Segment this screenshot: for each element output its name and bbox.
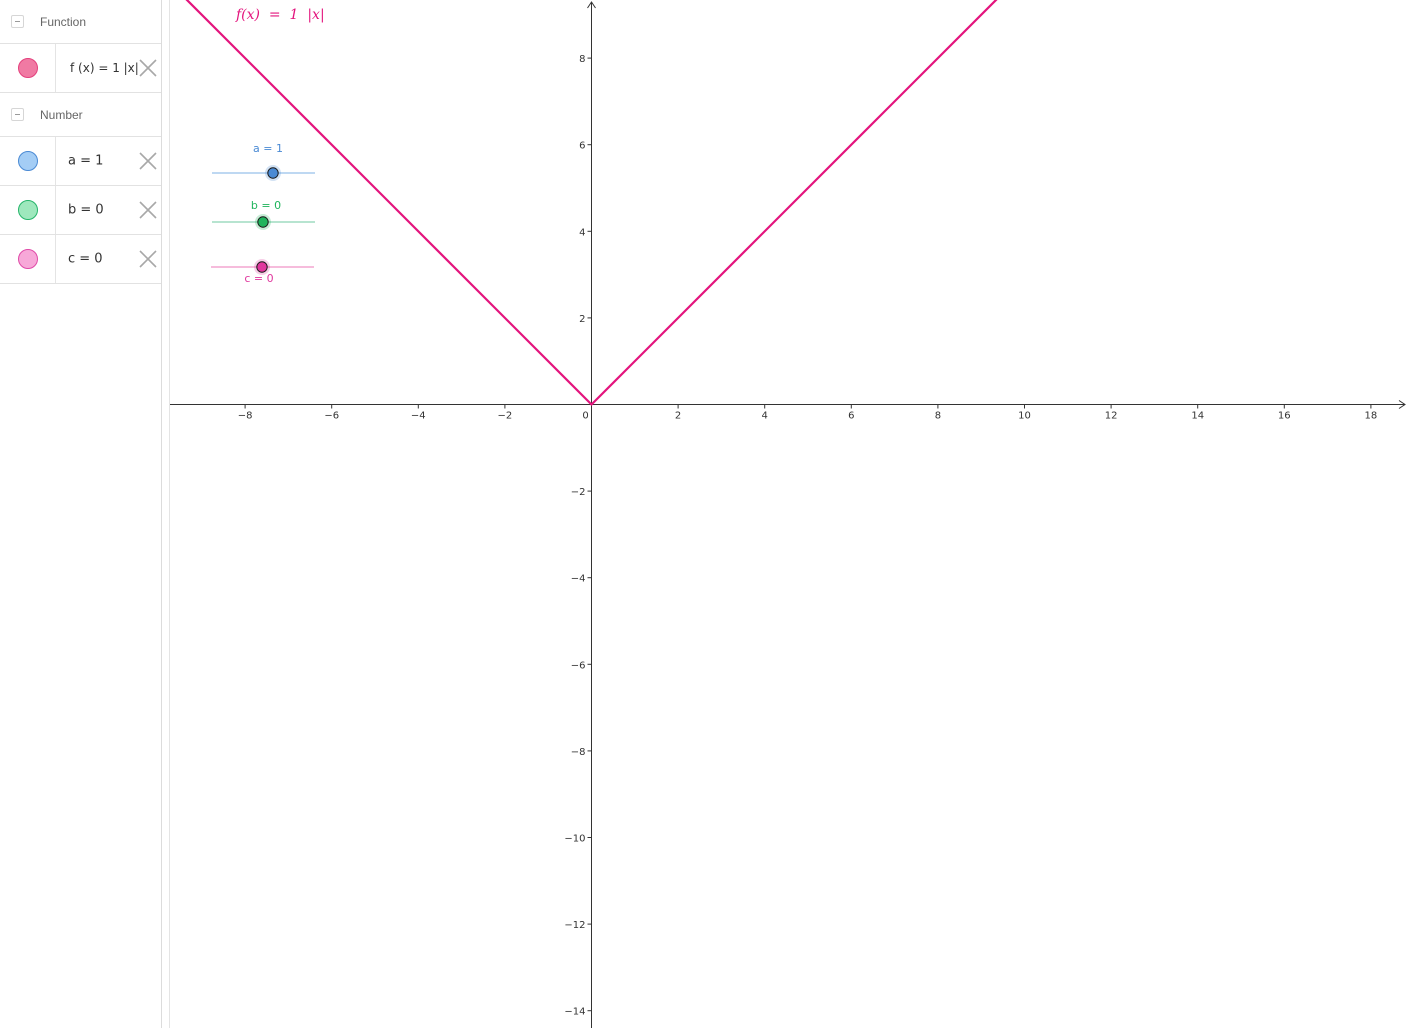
x-tick-label: 16 [1278, 411, 1291, 422]
visibility-marble-icon[interactable] [18, 151, 38, 171]
x-tick-label: 8 [935, 411, 941, 422]
marble-cell[interactable] [0, 186, 56, 234]
group-header-function[interactable]: Function [0, 0, 161, 44]
delete-x-icon[interactable] [139, 201, 157, 219]
y-tick-label: 2 [579, 314, 585, 325]
slider-label: a = 1 [253, 142, 283, 155]
visibility-marble-icon[interactable] [18, 58, 38, 78]
visibility-marble-icon[interactable] [18, 200, 38, 220]
x-tick-label: −4 [411, 411, 426, 422]
x-tick-label: −8 [238, 411, 253, 422]
y-tick-label: −2 [571, 487, 586, 498]
x-tick-label: 2 [675, 411, 681, 422]
algebra-item-number-c[interactable]: c = 0 [0, 235, 161, 284]
slider-knob[interactable] [256, 261, 268, 273]
delete-x-icon[interactable] [139, 59, 157, 77]
x-tick-label: −6 [324, 411, 339, 422]
y-tick-label: −12 [564, 920, 585, 931]
marble-cell[interactable] [0, 235, 56, 283]
y-tick-label: −4 [571, 574, 586, 585]
graphics-view[interactable]: −8 −6 −4 −2 0 2 4 6 8 10 12 14 16 18 8 6 4 2 −2 −4 −6 −8 −10 −1… [170, 0, 1408, 1028]
algebra-view: Function f (x) = 1 |x| Number a = 1 b = … [0, 0, 162, 1028]
x-tick-label: 0 [582, 411, 588, 422]
graphics-canvas[interactable]: −8 −6 −4 −2 0 2 4 6 8 10 12 14 16 18 8 6 4 2 −2 −4 −6 −8 −10 −1… [170, 0, 1408, 1028]
slider-knob[interactable] [267, 167, 279, 179]
group-header-number[interactable]: Number [0, 93, 161, 137]
y-tick-label: −6 [571, 660, 586, 671]
x-tick-label: −2 [498, 411, 513, 422]
x-tick-label: 6 [848, 411, 854, 422]
collapse-minus-icon[interactable] [11, 14, 24, 28]
x-tick-label: 10 [1018, 411, 1031, 422]
group-label: Number [40, 107, 83, 122]
algebra-item-function-f[interactable]: f (x) = 1 |x| [0, 44, 161, 93]
x-tick-label: 14 [1191, 411, 1204, 422]
slider-label: c = 0 [244, 272, 273, 285]
algebra-item-number-b[interactable]: b = 0 [0, 186, 161, 235]
view-splitter[interactable] [162, 0, 170, 1028]
item-definition[interactable]: b = 0 [68, 203, 104, 218]
y-tick-label: −14 [564, 1007, 585, 1018]
y-tick-label: 6 [579, 141, 585, 152]
item-definition[interactable]: f (x) = 1 |x| [70, 61, 139, 75]
algebra-item-number-a[interactable]: a = 1 [0, 137, 161, 186]
y-tick-label: 4 [579, 227, 585, 238]
y-tick-label: −8 [571, 747, 586, 758]
group-label: Function [40, 14, 87, 29]
y-tick-label: 8 [579, 54, 585, 65]
item-definition[interactable]: a = 1 [68, 154, 103, 169]
collapse-minus-icon[interactable] [11, 107, 24, 121]
x-tick-label: 12 [1105, 411, 1118, 422]
geogebra-app: Function f (x) = 1 |x| Number a = 1 b = … [0, 0, 1408, 1028]
item-definition[interactable]: c = 0 [68, 252, 103, 267]
x-tick-label: 4 [762, 411, 768, 422]
y-tick-label: −10 [564, 834, 585, 845]
delete-x-icon[interactable] [139, 250, 157, 268]
delete-x-icon[interactable] [139, 152, 157, 170]
function-caption[interactable]: f(x) = 1 |x| [236, 7, 325, 23]
marble-cell[interactable] [0, 44, 56, 92]
slider-knob[interactable] [257, 216, 269, 228]
x-tick-label: 18 [1365, 411, 1378, 422]
function-graph-f[interactable] [172, 0, 1003, 407]
visibility-marble-icon[interactable] [18, 249, 38, 269]
slider-label: b = 0 [251, 199, 281, 212]
marble-cell[interactable] [0, 137, 56, 185]
